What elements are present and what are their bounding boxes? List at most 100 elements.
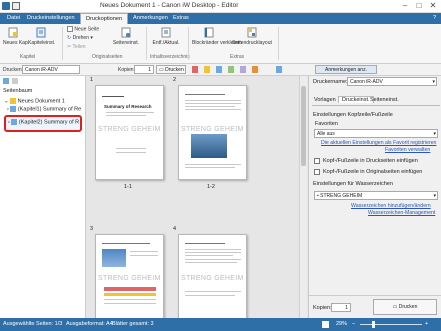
tab-extras[interactable]: Extras bbox=[168, 13, 194, 24]
toolbar-edit-icon[interactable] bbox=[252, 66, 258, 73]
close-button[interactable]: ✕ bbox=[426, 0, 440, 12]
vertical-scrollbar[interactable] bbox=[299, 76, 307, 318]
chart-image bbox=[102, 249, 126, 267]
add-watermark-link[interactable]: Wasserzeichen hinzufügen/ändern bbox=[351, 203, 431, 209]
page-preview-area: 1 Summary of Research STRENG GEHEIM 1-1 … bbox=[86, 76, 308, 318]
chapter-properties-icon bbox=[36, 27, 46, 38]
group-label-kapitel: Kapitel bbox=[20, 54, 36, 60]
command-bar: Drucken: Canon iR-ADV Kopien: 1 ▭ Drucke… bbox=[0, 64, 441, 76]
favorites-label: Favoriten bbox=[315, 121, 338, 127]
toolbar-stamp-icon[interactable] bbox=[240, 66, 246, 73]
checkbox-label: Kopf-/Fußzeile in Druckseiten einfügen bbox=[323, 158, 418, 164]
chevron-down-icon: ▾ bbox=[433, 131, 436, 137]
tree-expand-icon[interactable] bbox=[3, 78, 9, 84]
zoom-level: 29% bbox=[336, 321, 348, 327]
panel-print-button[interactable]: ▭ Drucken bbox=[373, 299, 437, 315]
chevron-down-icon: ▾ bbox=[432, 79, 435, 85]
printer-label: Drucken: bbox=[3, 67, 24, 73]
printer-icon: ▭ bbox=[392, 304, 398, 310]
tree-item-chapter2-highlight[interactable]: › (Kapitel2) Summary of R bbox=[4, 115, 82, 132]
collapse-icon: ⌄ bbox=[4, 98, 9, 105]
page-thumbnail-4[interactable]: STRENG GEHEIM bbox=[178, 234, 247, 318]
page-settings-button[interactable]: Seiteneinst. bbox=[112, 27, 140, 46]
page-caption: 1-2 bbox=[207, 184, 215, 190]
tab-vorlagen[interactable]: Vorlagen bbox=[314, 97, 336, 103]
print-button[interactable]: ▭ Drucken bbox=[156, 65, 186, 74]
ribbon-separator bbox=[62, 27, 63, 60]
split-button[interactable]: ✂ Teilen bbox=[67, 44, 86, 50]
toolbar-delete-icon[interactable] bbox=[192, 66, 198, 73]
watermark-text: STRENG GEHEIM bbox=[98, 275, 161, 282]
toolbar-folder-icon[interactable] bbox=[204, 66, 210, 73]
photo-image bbox=[191, 134, 227, 158]
scrollbar-thumb[interactable] bbox=[301, 86, 306, 166]
chapter-icon bbox=[11, 119, 18, 125]
new-page-button[interactable]: Neue Seite bbox=[67, 26, 99, 32]
page-number: 3 bbox=[90, 226, 94, 232]
zoom-in-button[interactable]: + bbox=[425, 321, 428, 327]
toolbar-zoom-icon[interactable] bbox=[276, 66, 282, 73]
page-number: 4 bbox=[173, 226, 177, 232]
tab-druckeinst[interactable]: Druckeinst. bbox=[338, 96, 374, 103]
block-binding-button[interactable]: Blockränder verklemm bbox=[192, 27, 242, 46]
new-chapter-button[interactable]: Neues Kap. bbox=[3, 27, 29, 46]
show-annotations-button[interactable]: Anmerkungen anz. bbox=[315, 65, 377, 74]
tab-druckeinstellungen[interactable]: Druckeinstellungen bbox=[22, 13, 80, 24]
toolbar-copy-icon[interactable] bbox=[216, 66, 222, 73]
fit-page-icon[interactable] bbox=[322, 321, 329, 328]
manage-favorites-link[interactable]: Favoriten verwalten bbox=[385, 147, 430, 153]
toolbar-move-icon[interactable] bbox=[228, 66, 234, 73]
panel-copies-input[interactable]: 1 bbox=[331, 303, 351, 312]
tree-root[interactable]: ⌄ Neues Dokument 1 bbox=[4, 98, 65, 104]
page-layout-icon bbox=[247, 27, 257, 38]
tab-druckoptionen[interactable]: Druckoptionen bbox=[80, 13, 129, 24]
refresh-icon bbox=[161, 27, 171, 38]
help-button[interactable]: ? bbox=[428, 13, 441, 24]
printer-name-select[interactable]: Canon iR-ADV ▾ bbox=[347, 77, 437, 86]
tab-seiteneinst[interactable]: Seiteneinst. bbox=[370, 97, 399, 103]
zoom-out-button[interactable]: – bbox=[352, 321, 355, 327]
status-bar: Ausgewählte Seiten: 1/3 Ausgabeformat: A… bbox=[0, 318, 441, 331]
group-label-inhaltsverzeichnis: Inhaltsverzeichnis bbox=[150, 54, 190, 60]
maximize-button[interactable]: □ bbox=[412, 0, 426, 12]
page-settings-icon bbox=[121, 27, 131, 38]
tree-item-chapter1[interactable]: › (Kapitel1) Summary of Re bbox=[7, 106, 81, 112]
chevron-down-icon: ▾ bbox=[433, 193, 436, 199]
refresh-toc-button[interactable]: Entf./Aktual. bbox=[150, 27, 182, 46]
watermark-section: Einstellungen für Wasserzeichen bbox=[313, 181, 393, 187]
minimize-button[interactable]: – bbox=[398, 0, 412, 12]
page-thumbnail-1[interactable]: Summary of Research STRENG GEHEIM bbox=[95, 85, 164, 180]
group-label-originalseiten: Originalseiten bbox=[92, 54, 123, 60]
printer-name-label: Druckername: bbox=[313, 79, 348, 85]
favorites-select[interactable]: Alle aus ▾ bbox=[314, 129, 438, 138]
app-icon bbox=[2, 2, 10, 10]
ribbon-separator bbox=[146, 27, 147, 60]
tree-collapse-icon[interactable] bbox=[12, 78, 18, 84]
output-format-status: Ausgabeformat: A4 bbox=[66, 321, 113, 327]
page-tree-header: Seitenbaum bbox=[3, 88, 33, 94]
rotate-button[interactable]: ↻ Drehen ▾ bbox=[67, 35, 93, 41]
page-thumbnail-3[interactable]: STRENG GEHEIM bbox=[95, 234, 164, 318]
new-page-icon bbox=[67, 26, 73, 32]
register-favorite-link[interactable]: Die aktuellen Einstellungen als Favorit … bbox=[321, 140, 436, 146]
print-pages-header-checkbox[interactable] bbox=[314, 158, 320, 164]
page-layout-button[interactable]: Seitendrucklayout bbox=[230, 27, 274, 46]
tree-item-chapter2[interactable]: › (Kapitel2) Summary of R bbox=[8, 119, 79, 125]
original-pages-header-checkbox[interactable] bbox=[314, 169, 320, 175]
panel-tabs: Vorlagen Druckeinst. Seiteneinst. bbox=[312, 96, 440, 106]
checkbox-label: Kopf-/Fußzeile in Originalseiten einfüge… bbox=[323, 169, 423, 175]
zoom-slider[interactable] bbox=[360, 324, 422, 325]
zoom-slider-thumb[interactable] bbox=[372, 321, 375, 328]
block-binding-icon bbox=[204, 27, 214, 38]
printer-select[interactable]: Canon iR-ADV bbox=[22, 65, 80, 74]
save-icon[interactable] bbox=[12, 2, 20, 10]
page-number: 2 bbox=[173, 77, 177, 83]
tab-anmerkungen[interactable]: Anmerkungen bbox=[128, 13, 173, 24]
watermark-management-link[interactable]: Wasserzeichen-Management bbox=[368, 210, 435, 216]
watermark-select[interactable]: ▪ STRENG GEHEIM ▾ bbox=[314, 191, 438, 200]
header-footer-section: Einstellungen Kopfzeile/Fußzeile bbox=[313, 112, 393, 118]
page-thumbnail-2[interactable]: STRENG GEHEIM bbox=[178, 85, 247, 180]
copies-input[interactable]: 1 bbox=[134, 65, 154, 74]
copies-label: Kopien: bbox=[313, 305, 332, 311]
chapter-properties-button[interactable]: Kapiteleinst. bbox=[28, 27, 55, 46]
